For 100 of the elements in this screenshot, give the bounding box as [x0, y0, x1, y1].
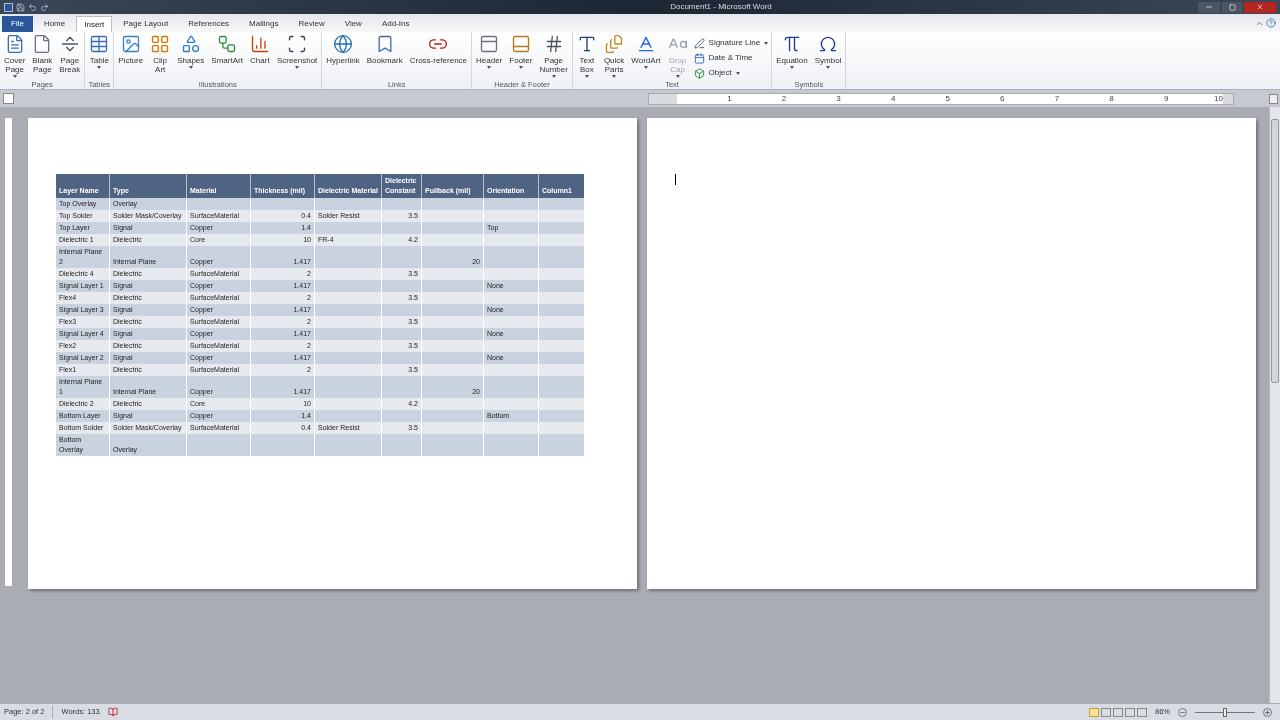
web-layout-icon[interactable] [1113, 707, 1123, 717]
help-icon[interactable] [1266, 18, 1276, 28]
ribbon-button[interactable]: Shapes [174, 34, 208, 78]
ribbon-tab[interactable]: Home [34, 16, 75, 32]
ribbon-button[interactable]: WordArt [628, 34, 664, 78]
ribbon-button[interactable]: Page Break [56, 34, 84, 78]
close-button[interactable] [1244, 1, 1276, 13]
calendar-icon [693, 52, 705, 64]
zoom-in-icon[interactable] [1263, 707, 1272, 717]
vertical-scrollbar[interactable] [1269, 107, 1280, 703]
caret-icon [97, 66, 102, 69]
minimize-icon [1205, 3, 1213, 11]
ribbon-tab[interactable]: Page Layout [114, 16, 178, 32]
footer-icon [510, 34, 531, 54]
ribbon-button[interactable]: Symbol [811, 34, 845, 78]
ribbon-button[interactable]: Page Number [536, 34, 571, 78]
close-icon [1256, 3, 1264, 11]
screenshot-icon [287, 34, 308, 54]
zoom-thumb[interactable] [1223, 707, 1227, 717]
caret-icon [487, 66, 492, 69]
ribbon-button[interactable]: Table [86, 34, 113, 78]
picture-icon [120, 34, 141, 54]
ribbon-button[interactable]: Footer [506, 34, 536, 78]
ribbon-button[interactable]: Text Box [573, 34, 600, 78]
reading-view-icon[interactable] [1101, 707, 1111, 717]
collapse-ribbon-icon[interactable] [1255, 19, 1264, 28]
ribbon-button[interactable]: Chart [246, 34, 273, 78]
ribbon-button[interactable]: Quick Parts [600, 34, 628, 78]
omega-icon [818, 34, 839, 54]
signature-line-icon [693, 37, 705, 49]
caret-icon [675, 75, 680, 78]
ruler-number: 10 [1214, 94, 1223, 103]
ruler-number: 7 [1054, 94, 1060, 103]
ribbon-button[interactable]: Object [691, 66, 771, 80]
ribbon-tab[interactable]: View [335, 16, 371, 32]
redo-icon[interactable] [40, 2, 49, 12]
restore-button[interactable] [1222, 1, 1242, 13]
caret-icon [612, 75, 617, 78]
ribbon-button[interactable]: Equation [773, 34, 811, 78]
text-cursor [675, 174, 676, 185]
draft-icon[interactable] [1137, 707, 1147, 717]
print-layout-icon[interactable] [1089, 707, 1099, 717]
minimize-button[interactable] [1198, 1, 1220, 13]
header-icon [479, 34, 500, 54]
caret-icon [295, 66, 300, 69]
ruler-number: 1 [727, 94, 732, 103]
ribbon-button[interactable]: Date & Time [691, 51, 771, 65]
ribbon-button[interactable]: Blank Page [29, 34, 56, 78]
ruler-number: 5 [945, 94, 950, 103]
quick-parts-icon [604, 34, 625, 54]
ruler-number: 6 [1000, 94, 1005, 103]
app-logo-icon [4, 2, 13, 12]
table-icon [89, 34, 110, 54]
globe-icon [333, 34, 353, 54]
ribbon-button[interactable]: Signature Line [691, 36, 771, 50]
scroll-thumb[interactable] [1271, 119, 1279, 383]
ribbon-tab[interactable]: Mailings [240, 16, 288, 32]
ribbon-tab[interactable]: File [2, 16, 33, 32]
ruler-toggle-icon[interactable] [1269, 93, 1278, 104]
ribbon-tab[interactable]: Review [289, 16, 334, 32]
caret-icon [643, 66, 648, 69]
ribbon-button[interactable]: Hyperlink [323, 34, 363, 78]
ribbon-tab[interactable]: Insert [76, 16, 113, 32]
ribbon-button[interactable]: Cross-reference [406, 34, 471, 78]
outline-icon[interactable] [1125, 707, 1135, 717]
caret-icon [518, 66, 523, 69]
ruler-number: 8 [1109, 94, 1114, 103]
caret-icon [584, 75, 589, 78]
save-icon[interactable] [16, 2, 25, 12]
ribbon-tab[interactable]: References [179, 16, 239, 32]
ruler-number: 4 [890, 94, 896, 103]
clip-art-icon [150, 34, 171, 54]
ribbon-button[interactable]: Bookmark [363, 34, 406, 78]
ribbon-tab[interactable]: Add-Ins [372, 16, 419, 32]
chart-icon [249, 34, 270, 54]
ruler-number: 2 [781, 94, 787, 103]
smartart-icon [217, 34, 238, 54]
caret-icon [764, 41, 769, 45]
shapes-icon [180, 34, 201, 54]
restore-icon [1228, 3, 1236, 11]
ruler-number: 9 [1163, 94, 1169, 103]
caret-icon [735, 71, 740, 75]
ribbon-button[interactable]: Cover Page [1, 34, 29, 78]
ribbon-button[interactable]: SmartArt [208, 34, 246, 78]
caret-icon [12, 75, 17, 78]
window-title: Document1 - Microsoft Word [669, 1, 773, 13]
object-icon [693, 67, 705, 79]
caret-icon [789, 66, 794, 69]
ribbon-button[interactable]: Header [473, 34, 506, 78]
ribbon-button[interactable]: Screenshot [273, 34, 321, 78]
ribbon-button[interactable]: Picture [115, 34, 147, 78]
tab-selector-icon[interactable] [3, 93, 14, 104]
caret-icon [188, 66, 193, 69]
caret-icon [551, 75, 556, 78]
caret-icon [826, 66, 831, 69]
ruler-number: 3 [836, 94, 841, 103]
proofing-icon[interactable] [107, 707, 118, 717]
undo-icon[interactable] [28, 2, 37, 12]
ribbon-button[interactable]: Clip Art [147, 34, 174, 78]
page-break-icon [59, 34, 80, 54]
